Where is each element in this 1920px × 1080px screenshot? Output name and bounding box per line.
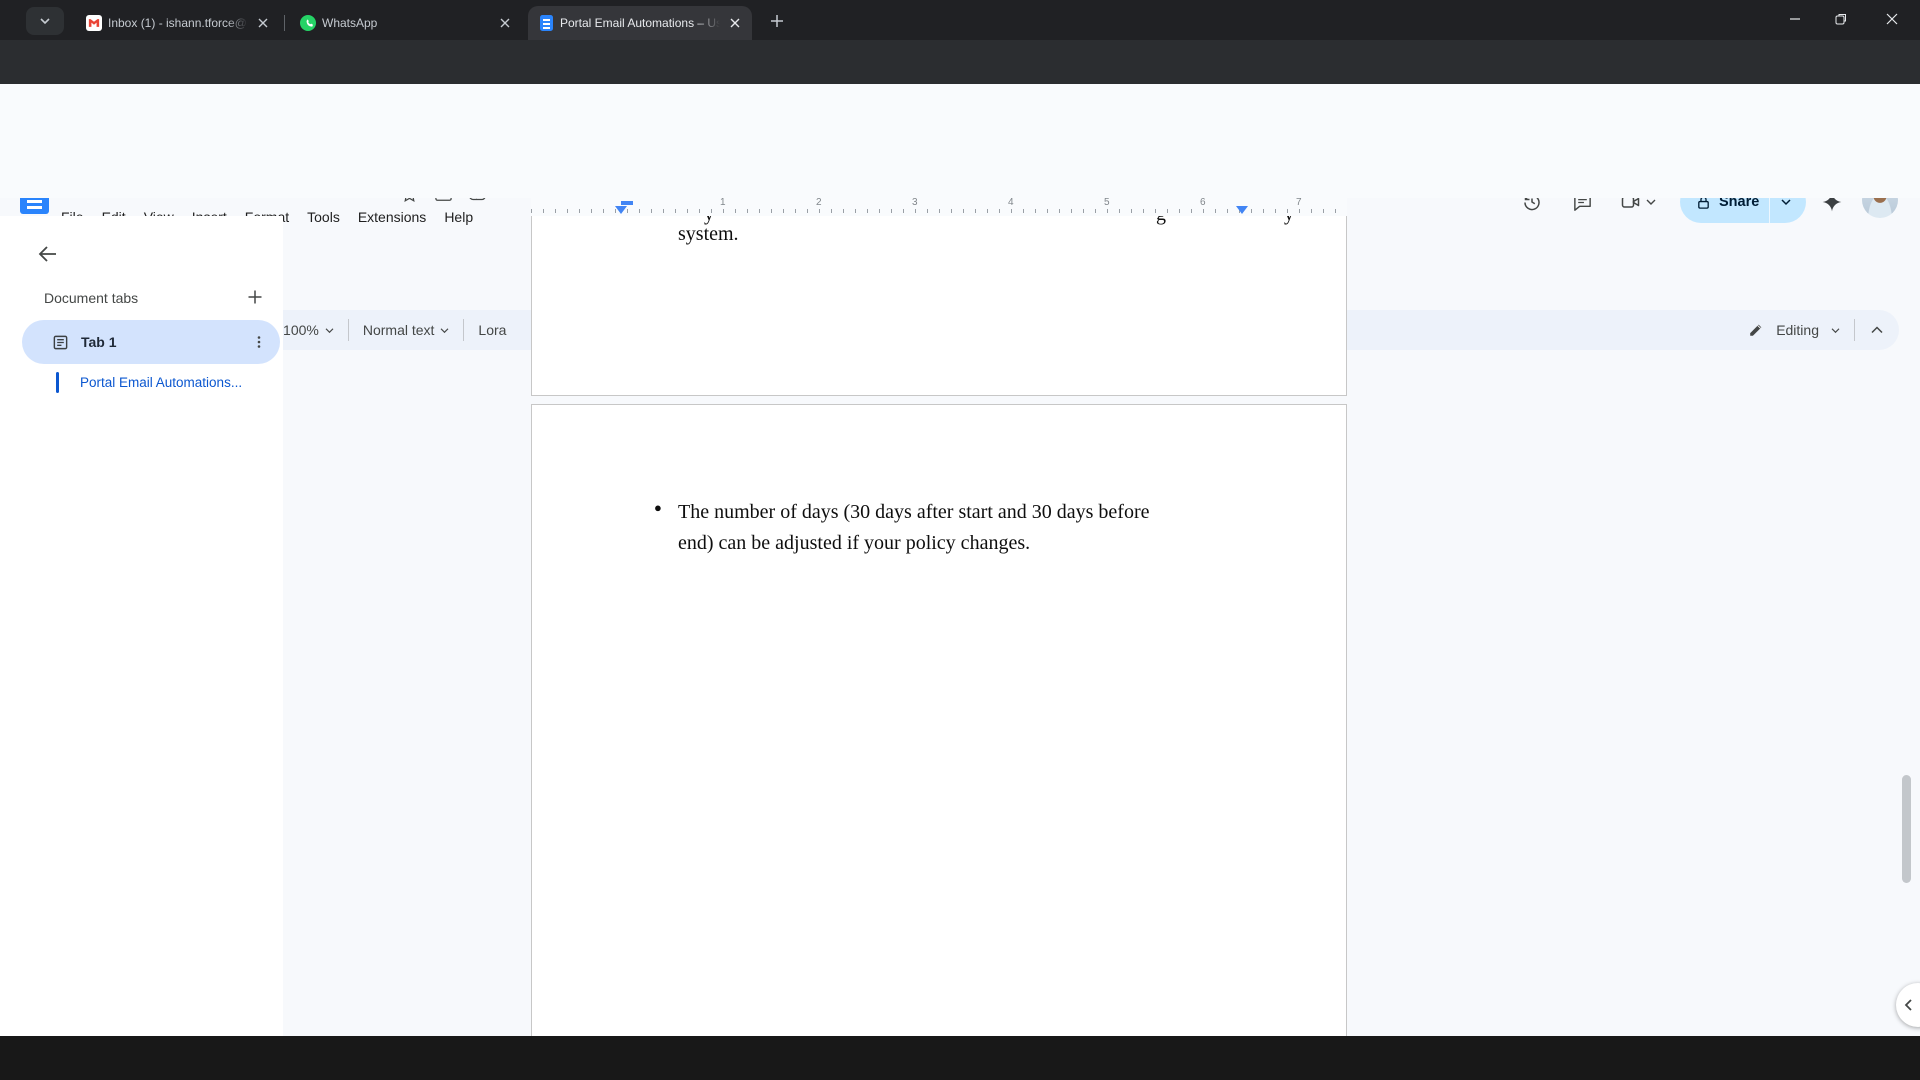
docs-toolbar-row: Menus A 100% Normal text Lora B I U A	[0, 154, 1920, 198]
ruler-number: 4	[1008, 197, 1014, 208]
editing-mode-label: Editing	[1776, 322, 1819, 338]
sidebar-back-button[interactable]	[28, 234, 68, 274]
tab-title: Portal Email Automations – Use	[560, 16, 720, 30]
menu-tools[interactable]: Tools	[298, 206, 349, 228]
tab-doc-icon	[52, 334, 69, 351]
google-docs-icon	[538, 15, 554, 31]
outline-heading-label: Portal Email Automations...	[80, 375, 242, 390]
plus-icon	[770, 14, 784, 28]
left-indent-marker[interactable]	[615, 206, 627, 214]
chevron-down-icon	[1646, 198, 1656, 206]
tab-divider	[284, 15, 285, 31]
outline-active-bar	[56, 372, 59, 393]
document-tabs-header: Document tabs	[44, 290, 138, 306]
tab-title: WhatsApp	[322, 16, 490, 30]
clipped-text-fragment: y	[1284, 216, 1294, 226]
paragraph-text: system.	[678, 223, 739, 246]
editing-mode-button[interactable]: Editing	[1741, 316, 1847, 344]
bullet-line-1: The number of days (30 days after start …	[678, 497, 1248, 528]
window-minimize-button[interactable]	[1772, 0, 1818, 38]
vertical-scrollbar-thumb[interactable]	[1902, 775, 1911, 883]
ruler-number: 7	[1296, 197, 1302, 208]
tab-search-button[interactable]	[26, 7, 64, 35]
bullet-line-2: end) can be adjusted if your policy chan…	[678, 528, 1248, 559]
chevron-down-icon	[325, 327, 334, 334]
docs-header: Portal Email Automations – User Guide Fi…	[0, 84, 1920, 156]
window-maximize-button[interactable]	[1818, 0, 1864, 38]
minimize-icon	[1789, 13, 1801, 25]
sidebar-tab-1[interactable]: Tab 1	[22, 320, 280, 364]
chevron-down-icon	[1781, 198, 1791, 206]
plus-icon	[247, 289, 263, 305]
close-tab-icon[interactable]	[496, 14, 514, 32]
menu-help[interactable]: Help	[435, 206, 482, 228]
paragraph-style-value: Normal text	[363, 322, 435, 338]
close-tab-icon[interactable]	[254, 14, 272, 32]
document-tabs-sidebar: Document tabs Tab 1 Portal Email Automat…	[0, 216, 283, 1036]
browser-tab-whatsapp[interactable]: WhatsApp	[290, 6, 522, 40]
ruler[interactable]: 1 2 3 4 5 6 7	[531, 197, 1347, 216]
zoom-value: 100%	[283, 322, 319, 338]
gmail-icon	[86, 15, 102, 31]
chevron-down-icon	[440, 327, 449, 334]
toolbar-divider	[1854, 319, 1855, 341]
close-icon	[1886, 13, 1898, 25]
document-page-1[interactable]: y g y system.	[531, 216, 1347, 396]
tab-1-label: Tab 1	[81, 334, 240, 350]
chevron-down-icon	[39, 15, 51, 27]
ruler-ticks	[531, 209, 1347, 213]
ruler-number: 5	[1104, 197, 1110, 208]
first-line-indent-marker[interactable]	[621, 201, 633, 205]
maximize-icon	[1835, 13, 1847, 25]
chevron-down-icon	[1831, 327, 1840, 334]
window-close-button[interactable]	[1864, 0, 1920, 38]
windows-taskbar: 76°F Partly cloudy Search S >_ PC	[0, 1036, 1920, 1080]
browser-tab-strip: Inbox (1) - ishann.tforce@gmai WhatsApp …	[0, 0, 1920, 40]
side-panel-toggle-button[interactable]	[1896, 983, 1920, 1027]
paragraph-style-select[interactable]: Normal text	[356, 316, 457, 344]
list-bullet: ●	[654, 500, 662, 516]
back-arrow-icon	[36, 242, 60, 266]
zoom-select[interactable]: 100%	[276, 316, 341, 344]
clipped-text-fragment: g	[1156, 216, 1166, 226]
browser-tab-gmail[interactable]: Inbox (1) - ishann.tforce@gmai	[76, 6, 280, 40]
whatsapp-icon	[300, 15, 316, 31]
new-tab-button[interactable]	[762, 7, 792, 35]
add-tab-button[interactable]	[238, 280, 272, 314]
toolbar-divider	[463, 319, 464, 341]
font-value: Lora	[478, 322, 506, 338]
browser-toolbar: docs.google.com/document/d/1jpc3R6Cmpii0…	[0, 40, 1920, 84]
ruler-number: 3	[912, 197, 918, 208]
right-indent-marker[interactable]	[1236, 206, 1248, 214]
bullet-paragraph: The number of days (30 days after start …	[678, 497, 1248, 558]
menu-extensions[interactable]: Extensions	[349, 206, 435, 228]
chevron-left-icon	[1903, 999, 1913, 1011]
pencil-icon	[1748, 322, 1764, 338]
toolbar-divider	[348, 319, 349, 341]
collapse-toolbar-button[interactable]	[1862, 316, 1891, 344]
tab-title: Inbox (1) - ishann.tforce@gmai	[108, 16, 248, 30]
tab-options-kebab-icon[interactable]	[252, 335, 266, 349]
ruler-number: 1	[720, 197, 726, 208]
outline-heading-item[interactable]: Portal Email Automations...	[56, 372, 242, 393]
browser-tab-docs-active[interactable]: Portal Email Automations – Use	[528, 6, 752, 40]
document-page-2[interactable]: ● The number of days (30 days after star…	[531, 404, 1347, 1037]
close-tab-icon[interactable]	[726, 14, 744, 32]
chevron-up-icon	[1871, 326, 1883, 334]
ruler-number: 6	[1200, 197, 1206, 208]
ruler-number: 2	[816, 197, 822, 208]
